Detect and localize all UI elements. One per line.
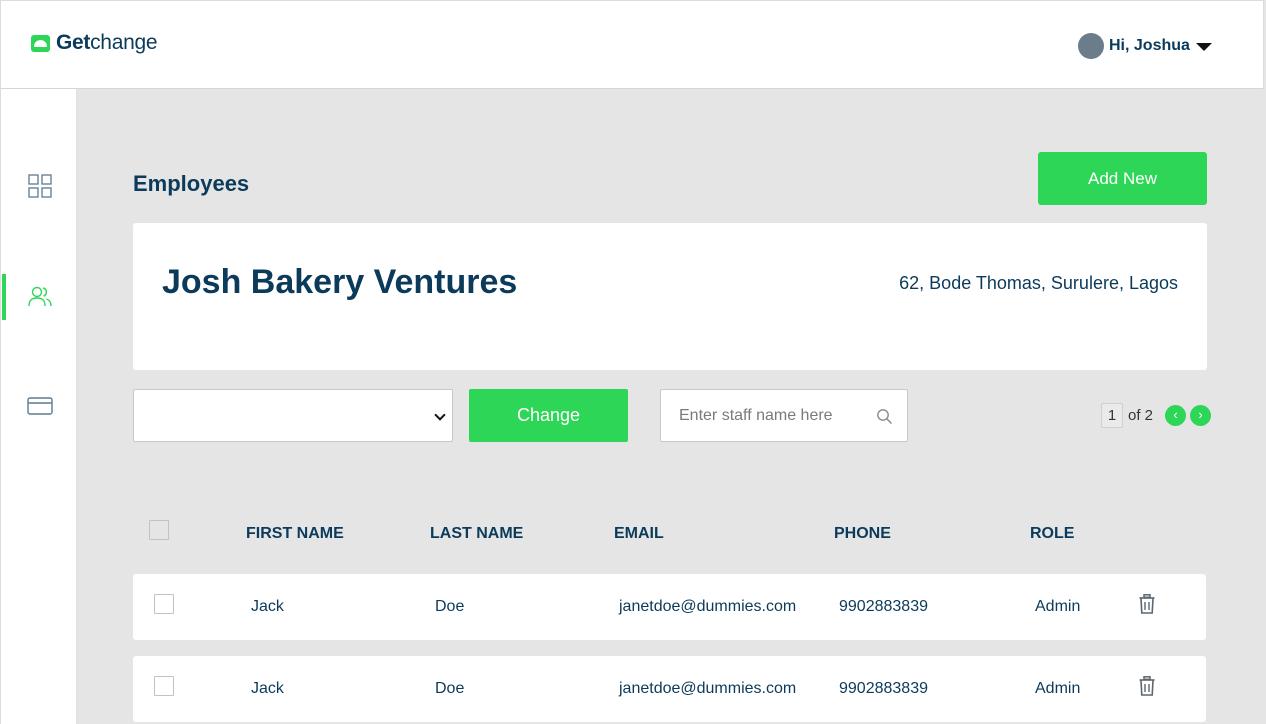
select-all-checkbox[interactable] xyxy=(149,520,169,540)
grid-icon xyxy=(27,174,52,198)
column-header: PHONE xyxy=(834,525,891,542)
sidebar-item-dashboard[interactable] xyxy=(1,163,78,209)
page-title: Employees xyxy=(133,171,250,196)
trash-icon[interactable] xyxy=(1139,676,1155,696)
table-header: FIRST NAME LAST NAME EMAIL PHONE ROLE xyxy=(133,510,1207,556)
user-menu[interactable]: Hi, Joshua xyxy=(1078,33,1212,59)
search-input[interactable] xyxy=(661,390,871,441)
avatar xyxy=(1078,33,1104,59)
logo-text-bold: Get xyxy=(56,31,91,54)
cell-first-name: Jack xyxy=(251,680,284,697)
search-box xyxy=(660,389,908,442)
column-header: EMAIL xyxy=(614,525,664,542)
cell-phone: 9902883839 xyxy=(839,598,928,615)
logo-icon xyxy=(31,34,50,52)
search-icon[interactable] xyxy=(876,408,893,425)
caret-down-icon xyxy=(1195,43,1212,51)
page-count: of 2 xyxy=(1128,407,1154,424)
users-icon xyxy=(27,286,52,307)
add-new-button[interactable]: Add New xyxy=(1038,152,1207,205)
pagination: 1 of 2 ‹ › xyxy=(1101,403,1212,428)
trash-icon[interactable] xyxy=(1139,594,1155,614)
column-header: ROLE xyxy=(1030,525,1075,542)
sidebar xyxy=(0,89,77,724)
card-icon xyxy=(26,397,53,415)
cell-last-name: Doe xyxy=(435,598,465,615)
sidebar-item-employees[interactable] xyxy=(1,274,78,320)
cell-role: Admin xyxy=(1035,598,1081,615)
column-header: FIRST NAME xyxy=(246,525,344,542)
next-page-button[interactable]: › xyxy=(1190,405,1212,426)
cell-phone: 9902883839 xyxy=(839,680,928,697)
cell-email: janetdoe@dummies.com xyxy=(619,680,797,697)
company-name: Josh Bakery Ventures xyxy=(162,263,518,301)
row-checkbox[interactable] xyxy=(154,594,174,614)
company-address: 62, Bode Thomas, Surulere, Lagos xyxy=(899,273,1178,293)
cell-email: janetdoe@dummies.com xyxy=(619,598,797,615)
logo[interactable]: Getchange xyxy=(31,31,158,55)
prev-page-button[interactable]: ‹ xyxy=(1165,405,1187,426)
top-bar: Getchange Hi, Joshua xyxy=(0,0,1264,89)
row-checkbox[interactable] xyxy=(154,676,174,696)
change-button[interactable]: Change xyxy=(469,389,628,442)
sidebar-item-billing[interactable] xyxy=(1,383,78,429)
cell-last-name: Doe xyxy=(435,680,465,697)
current-page[interactable]: 1 xyxy=(1101,403,1123,428)
table-row[interactable]: Jack Doe janetdoe@dummies.com 9902883839… xyxy=(133,574,1206,640)
column-header: LAST NAME xyxy=(430,525,524,542)
cell-role: Admin xyxy=(1035,680,1081,697)
logo-text-light: change xyxy=(90,31,158,54)
cell-first-name: Jack xyxy=(251,598,284,615)
company-select[interactable] xyxy=(133,389,453,442)
user-greeting: Hi, Joshua xyxy=(1109,37,1190,54)
company-card: Josh Bakery Ventures 62, Bode Thomas, Su… xyxy=(133,223,1207,370)
table-row[interactable]: Jack Doe janetdoe@dummies.com 9902883839… xyxy=(133,656,1206,722)
